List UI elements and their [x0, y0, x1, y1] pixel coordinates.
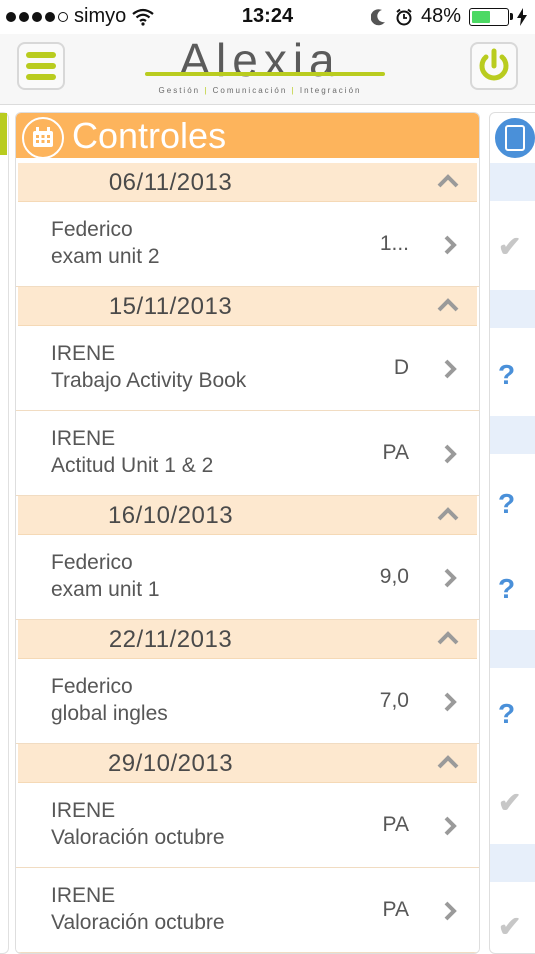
charging-bolt-icon [517, 7, 527, 26]
power-icon [479, 48, 509, 81]
status-bar: simyo 13:24 48% [0, 0, 535, 34]
item-grade: D [393, 356, 409, 379]
logo-wordmark: Alexia [179, 34, 341, 86]
tagline-1: Gestión [158, 86, 201, 95]
item-student: Federico [51, 551, 133, 574]
chevron-right-icon [444, 568, 457, 588]
group-date: 22/11/2013 [108, 626, 233, 653]
next-panel-header [490, 113, 535, 160]
list-item[interactable]: IRENE Valoración octubre PA [16, 868, 479, 953]
question-mark-icon: ? [498, 573, 516, 604]
next-panel-row-header [490, 630, 535, 668]
check-icon: ✔ [498, 911, 522, 942]
item-title: Valoración octubre [51, 911, 225, 934]
tagline-3: Integración [299, 86, 362, 95]
list-item[interactable]: Federico exam unit 2 1... [16, 202, 479, 287]
date-group-header[interactable]: 15/11/2013 [18, 287, 477, 326]
item-student: Federico [51, 675, 133, 698]
chevron-right-icon [444, 359, 457, 379]
next-panel-row-header [490, 416, 535, 454]
chevron-up-icon [437, 174, 459, 188]
item-title: exam unit 1 [51, 578, 160, 601]
app-header: Alexia Gestión | Comunicación | Integrac… [0, 34, 535, 105]
item-grade: 9,0 [379, 565, 409, 588]
chevron-up-icon [437, 507, 459, 521]
next-panel-row-header [490, 844, 535, 882]
chevron-right-icon [444, 816, 457, 836]
item-student: IRENE [51, 427, 116, 450]
item-title: Valoración octubre [51, 826, 225, 849]
menu-icon [26, 52, 56, 58]
list-item[interactable]: IRENE Trabajo Activity Book D [16, 326, 479, 411]
moon-icon [370, 8, 385, 25]
date-group-header[interactable]: 06/11/2013 [18, 163, 477, 202]
item-grade: 7,0 [379, 689, 409, 712]
chevron-up-icon [437, 631, 459, 645]
battery-percent: 48% [420, 5, 461, 27]
item-title: exam unit 2 [51, 245, 160, 268]
book-icon [493, 116, 535, 160]
list-item[interactable]: Federico global ingles 7,0 [16, 659, 479, 744]
item-student: IRENE [51, 342, 116, 365]
date-group-header[interactable]: 16/10/2013 [18, 496, 477, 535]
item-grade: PA [382, 813, 409, 836]
tagline-2: Comunicación [212, 86, 288, 95]
list-item[interactable]: IRENE Actitud Unit 1 & 2 PA [16, 411, 479, 496]
item-student: IRENE [51, 884, 116, 907]
previous-panel-header [0, 113, 7, 155]
check-icon: ✔ [498, 787, 522, 818]
question-mark-icon: ? [498, 488, 516, 519]
menu-button[interactable] [17, 42, 65, 90]
menu-icon-bar [26, 74, 56, 80]
question-mark-icon: ? [498, 698, 516, 729]
logo-swoosh [145, 72, 385, 76]
next-panel-row-header [490, 163, 535, 201]
alexia-logo: Alexia Gestión | Comunicación | Integrac… [135, 34, 385, 100]
alarm-icon [396, 8, 412, 25]
date-group-header[interactable]: 22/11/2013 [18, 620, 477, 659]
item-grade: PA [382, 898, 409, 921]
status-right: 48% [370, 5, 527, 28]
controls-icon [22, 117, 64, 159]
chevron-right-icon [444, 444, 457, 464]
list-item[interactable]: IRENE Valoración octubre PA [16, 783, 479, 868]
check-icon: ✔ [498, 231, 522, 262]
item-student: Federico [51, 218, 133, 241]
chevron-right-icon [444, 235, 457, 255]
item-title: Actitud Unit 1 & 2 [51, 454, 214, 477]
next-panel-edge[interactable]: ✔ ? ? ? ? ✔ ✔ [489, 112, 535, 954]
chevron-up-icon [437, 298, 459, 312]
chevron-right-icon [444, 901, 457, 921]
logo-tagline: Gestión | Comunicación | Integración [158, 86, 362, 95]
panel-title: Controles [72, 115, 227, 156]
controles-panel: Controles 06/11/2013 Federico exam unit … [15, 112, 480, 954]
group-date: 15/11/2013 [108, 293, 233, 320]
question-mark-icon: ? [498, 359, 516, 390]
previous-panel-edge[interactable] [0, 112, 9, 954]
item-student: IRENE [51, 799, 116, 822]
date-group-header[interactable]: 29/10/2013 [18, 744, 477, 783]
list-item[interactable]: Federico exam unit 1 9,0 [16, 535, 479, 620]
next-panel-row-header [490, 290, 535, 328]
group-date: 06/11/2013 [108, 169, 233, 196]
panel-header: Controles [16, 113, 479, 159]
item-grade: 1... [379, 232, 409, 255]
logout-button[interactable] [470, 42, 518, 90]
group-date: 16/10/2013 [107, 502, 234, 529]
chevron-up-icon [437, 755, 459, 769]
battery-icon [469, 7, 513, 26]
item-grade: PA [382, 441, 409, 464]
item-title: Trabajo Activity Book [51, 369, 247, 392]
controls-list: 06/11/2013 Federico exam unit 2 1... 15/… [16, 163, 479, 953]
menu-icon-bar [26, 63, 56, 69]
chevron-right-icon [444, 692, 457, 712]
item-title: global ingles [51, 702, 168, 725]
group-date: 29/10/2013 [107, 750, 234, 777]
